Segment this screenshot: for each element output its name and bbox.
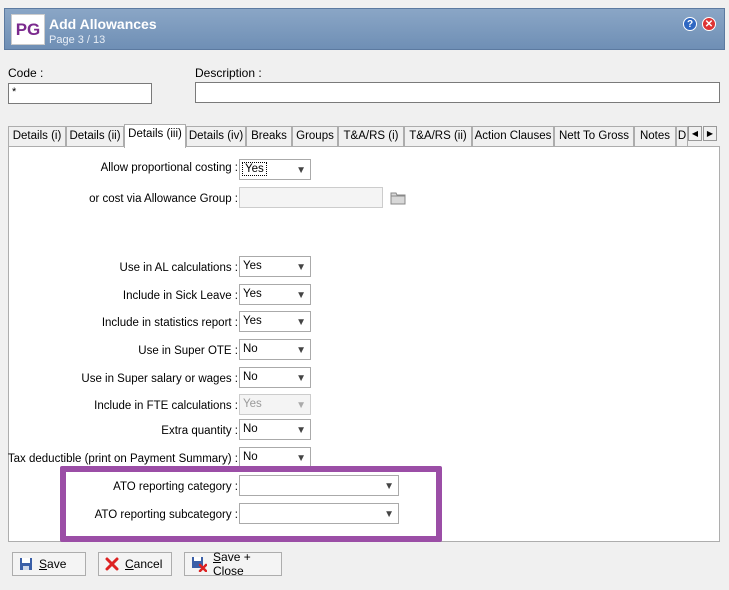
tax-deductible-value: No [243,451,258,463]
statistics-report-value: Yes [243,315,262,327]
fte-calculations-value: Yes [243,398,262,410]
cancel-mnemonic: C [125,557,134,571]
save-label: ave [47,557,67,571]
super-salary-value: No [243,371,258,383]
floppy-disk-icon [20,558,32,570]
save-close-icon [192,557,207,572]
tab-details-iii[interactable]: Details (iii) [124,124,186,148]
chevron-down-icon: ▼ [296,165,306,176]
chevron-down-icon: ▼ [296,345,306,356]
tab-ta-rs-ii[interactable]: T&A/RS (ii) [404,126,472,147]
question-icon[interactable]: ? [683,17,697,31]
window-title: Add Allowances [49,16,157,32]
description-label: Description : [195,66,262,80]
tab-ta-rs-i[interactable]: T&A/RS (i) [338,126,404,147]
super-ote-label: Use in Super OTE : [138,345,238,357]
statistics-report-select[interactable]: Yes ▼ [239,311,311,332]
allowance-group-label: or cost via Allowance Group : [89,193,238,205]
tab-breaks[interactable]: Breaks [246,126,292,147]
tab-details-iv[interactable]: Details (iv) [186,126,246,147]
sick-leave-label: Include in Sick Leave : [122,290,238,302]
tab-strip: Details (i) Details (ii) Details (iii) D… [8,124,720,148]
tab-scroll-left-icon[interactable]: ◀ [688,126,702,141]
description-input[interactable] [195,82,720,103]
extra-quantity-label: Extra quantity : [161,425,238,437]
super-ote-select[interactable]: No ▼ [239,339,311,360]
allowance-group-input[interactable] [239,187,383,208]
tab-notes[interactable]: Notes [634,126,676,147]
window-titlebar: PG Add Allowances Page 3 / 13 ? ✕ [4,8,725,50]
folder-icon[interactable] [390,191,406,205]
proportional-costing-label: Allow proportional costing : [100,162,238,174]
tax-deductible-label: Tax deductible (print on Payment Summary… [7,453,238,465]
page-indicator: Page 3 / 13 [49,34,106,46]
fte-calculations-select: Yes ▼ [239,394,311,415]
sick-leave-value: Yes [243,288,262,300]
red-x-icon [105,557,119,571]
statistics-report-label: Include in statistics report : [101,317,238,329]
tab-nett-to-gross[interactable]: Nett To Gross [554,126,634,147]
code-input[interactable]: * [8,83,152,104]
tab-action-clauses[interactable]: Action Clauses [472,126,554,147]
al-calculations-value: Yes [243,260,262,272]
save-button[interactable]: Save [12,552,86,576]
proportional-costing-value: Yes [242,162,267,176]
super-salary-label: Use in Super salary or wages : [81,373,238,385]
tax-deductible-select[interactable]: No ▼ [239,447,311,468]
chevron-down-icon: ▼ [296,317,306,328]
code-label: Code : [8,66,44,80]
chevron-down-icon: ▼ [296,290,306,301]
highlight-annotation [60,466,442,542]
tab-overflow[interactable]: D [676,126,688,147]
extra-quantity-value: No [243,423,258,435]
al-calculations-select[interactable]: Yes ▼ [239,256,311,277]
chevron-down-icon: ▼ [296,425,306,436]
chevron-down-icon: ▼ [296,400,306,411]
extra-quantity-select[interactable]: No ▼ [239,419,311,440]
close-icon[interactable]: ✕ [702,17,716,31]
app-logo: PG [11,14,45,45]
cancel-label: ancel [133,557,163,571]
cancel-button[interactable]: Cancel [98,552,172,576]
chevron-down-icon: ▼ [296,262,306,273]
tab-groups[interactable]: Groups [292,126,338,147]
tab-details-i[interactable]: Details (i) [8,126,66,147]
proportional-costing-select[interactable]: Yes ▼ [239,159,311,180]
tab-details-ii[interactable]: Details (ii) [66,126,124,147]
save-mnemonic: S [39,557,48,571]
sick-leave-select[interactable]: Yes ▼ [239,284,311,305]
chevron-down-icon: ▼ [296,373,306,384]
chevron-down-icon: ▼ [296,453,306,464]
fte-calculations-label: Include in FTE calculations : [94,400,238,412]
super-ote-value: No [243,343,258,355]
al-calculations-label: Use in AL calculations : [119,262,238,274]
save-close-button[interactable]: Save + Close [184,550,282,578]
save-close-mnemonic: S [213,550,222,564]
tab-scroll-right-icon[interactable]: ▶ [703,126,717,141]
super-salary-select[interactable]: No ▼ [239,367,311,388]
